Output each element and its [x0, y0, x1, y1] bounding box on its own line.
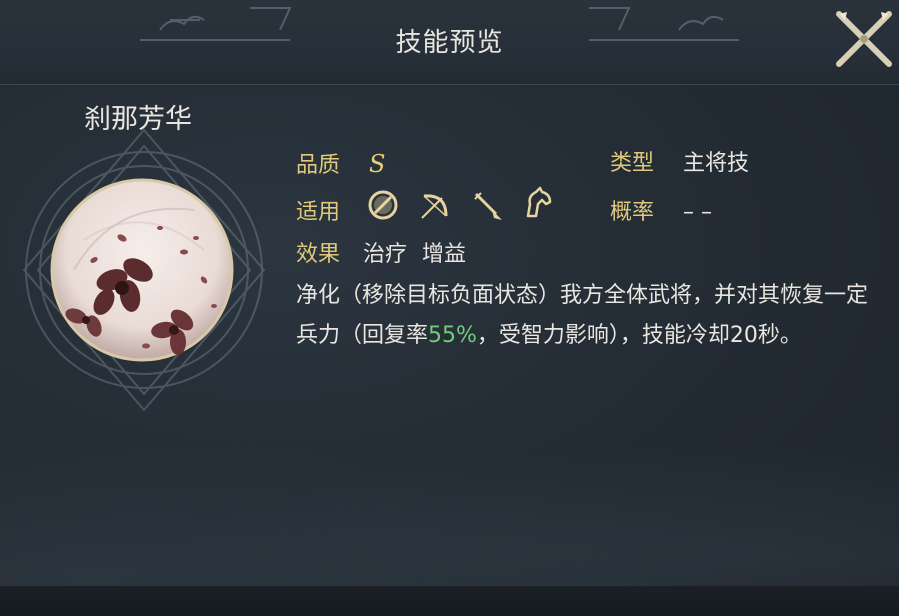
effect-label: 效果: [296, 242, 341, 267]
spear-unit-icon: [474, 192, 502, 220]
bottom-bar: [0, 586, 899, 616]
description-text: ，受智力影响），技能冷却20秒。: [476, 323, 802, 348]
type-row: 类型 主将技: [610, 145, 749, 177]
skill-icon-frame: [14, 120, 274, 420]
applicable-row: 适用: [296, 194, 340, 226]
recovery-rate: 55%: [428, 323, 477, 348]
quality-label: 品质: [296, 153, 341, 178]
cavalry-unit-icon: [526, 186, 552, 218]
probability-row: 概率 – –: [610, 194, 712, 226]
effect-tag: 治疗: [363, 242, 408, 267]
probability-value: – –: [683, 200, 713, 225]
quality-value: S: [369, 150, 386, 178]
skill-preview-dialog: 技能预览 刹那芳华 品质 S 类型 主将技 适用 概率 – – 效果 治疗 增益…: [0, 0, 899, 616]
dialog-title: 技能预览: [395, 28, 504, 58]
crossed-swords-close-icon: [836, 11, 892, 67]
applicable-label: 适用: [296, 200, 341, 225]
plum-blossom-orb-icon: [50, 178, 234, 362]
probability-label: 概率: [610, 200, 655, 225]
effect-tag: 增益: [422, 242, 467, 267]
title-bar: 技能预览: [0, 0, 899, 85]
type-value: 主将技: [683, 151, 750, 176]
type-label: 类型: [610, 151, 655, 176]
skill-description: 净化（移除目标负面状态）我方全体武将，并对其恢复一定兵力（回复率55%，受智力影…: [296, 276, 876, 356]
effect-row: 效果 治疗 增益: [296, 236, 466, 268]
bow-unit-icon: [421, 194, 448, 219]
quality-row: 品质 S: [296, 147, 385, 179]
close-button[interactable]: [833, 8, 895, 70]
shield-unit-icon: [368, 190, 398, 220]
